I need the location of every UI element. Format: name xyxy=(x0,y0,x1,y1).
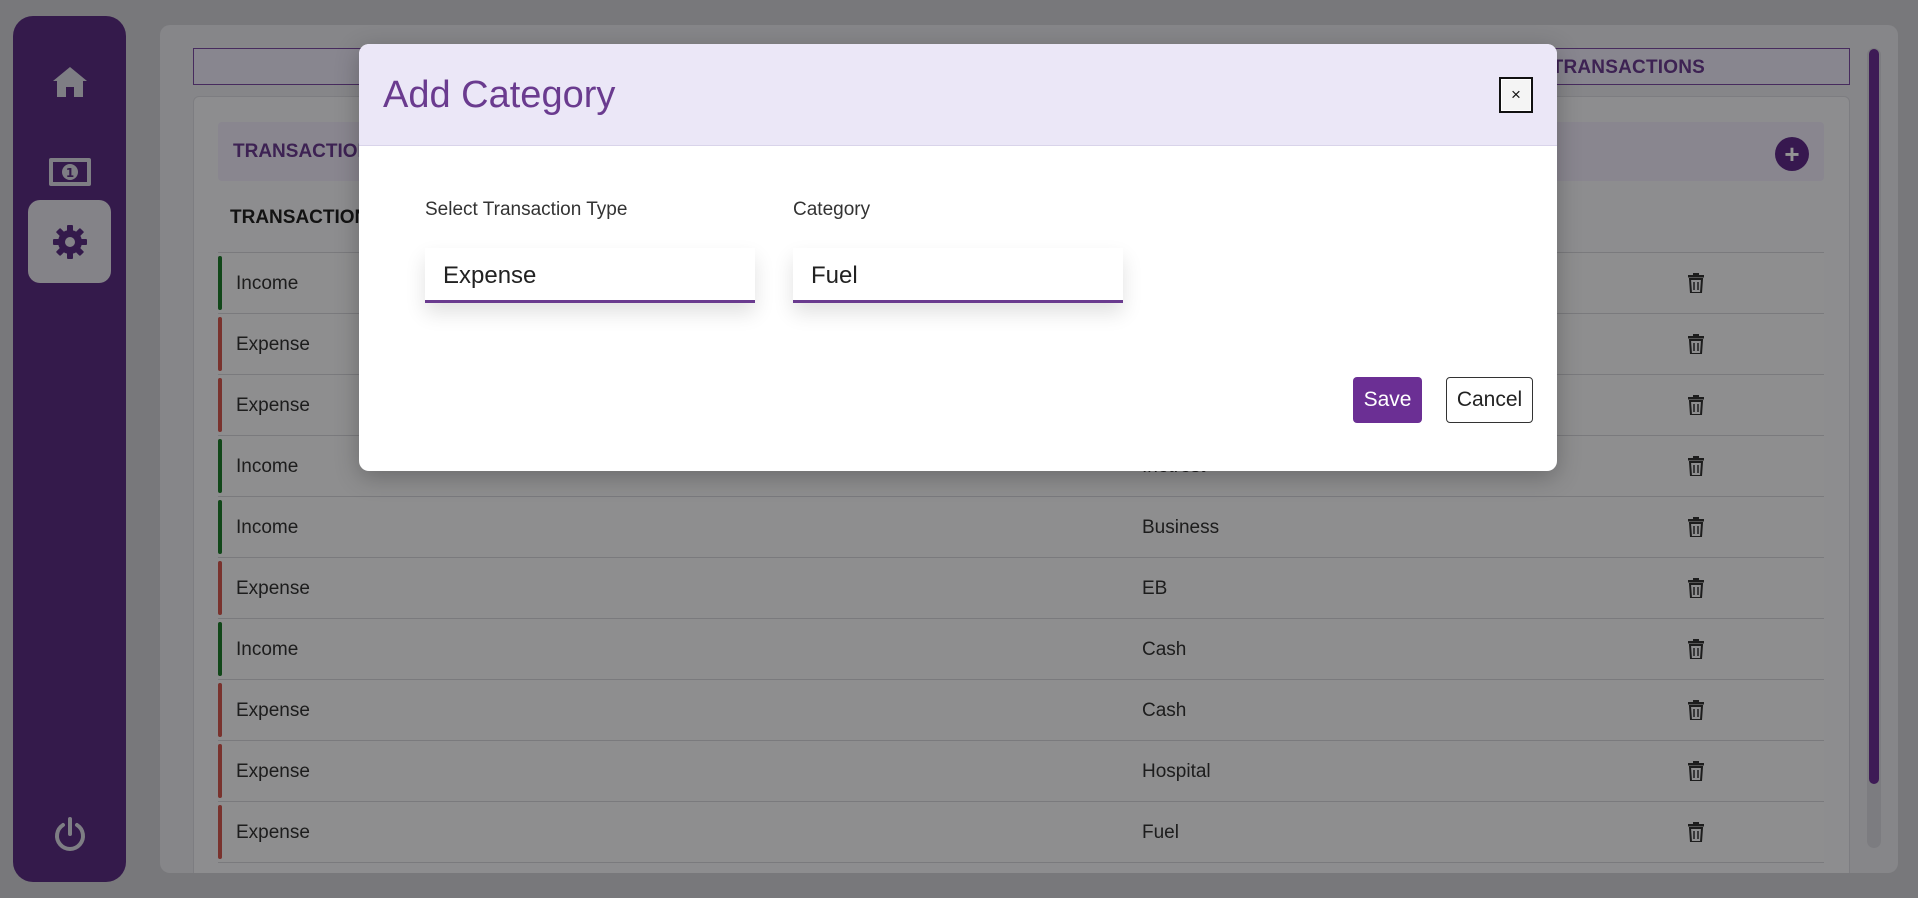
transaction-type-select[interactable]: Expense xyxy=(425,248,755,303)
category-label: Category xyxy=(793,199,871,220)
transaction-type-value: Expense xyxy=(443,262,537,289)
transaction-type-label: Select Transaction Type xyxy=(425,199,628,220)
save-button[interactable]: Save xyxy=(1353,377,1422,423)
modal-header: Add Category × xyxy=(359,44,1557,146)
category-value: Fuel xyxy=(811,262,858,289)
add-category-modal: Add Category × Select Transaction Type E… xyxy=(359,44,1557,471)
modal-title: Add Category xyxy=(383,74,616,116)
close-icon: × xyxy=(1511,85,1521,104)
cancel-button[interactable]: Cancel xyxy=(1446,377,1533,423)
category-input[interactable]: Fuel xyxy=(793,248,1123,303)
close-button[interactable]: × xyxy=(1499,77,1533,113)
